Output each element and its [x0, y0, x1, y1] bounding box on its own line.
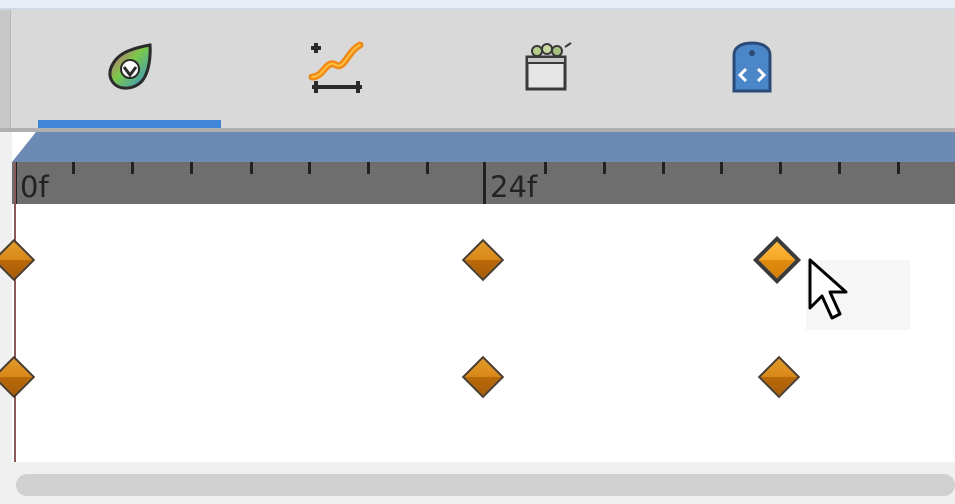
window-top-border	[0, 0, 955, 10]
ruler-tick	[779, 162, 782, 174]
toolbar-grip[interactable]	[0, 10, 11, 128]
ruler-label-24f: 24f	[490, 170, 538, 204]
ruler-tick	[72, 162, 75, 174]
ruler-tick	[250, 162, 253, 174]
tab-graph-editor[interactable]	[296, 32, 376, 102]
tab-clip[interactable]	[505, 32, 585, 102]
active-tab-indicator	[38, 120, 221, 128]
ruler-label-0f: 0f	[20, 170, 49, 204]
ruler-tick	[603, 162, 606, 174]
tab-script[interactable]	[712, 32, 792, 102]
ruler-tick	[190, 162, 193, 174]
ruler-corner	[12, 132, 36, 162]
ruler-tick	[308, 162, 311, 174]
ruler-tick	[897, 162, 900, 174]
tab-dopesheet[interactable]	[90, 32, 170, 102]
mouse-pointer-icon	[808, 258, 848, 320]
curve-graph-icon	[308, 41, 364, 93]
ruler-tick	[483, 162, 486, 204]
dopesheet-drop-icon	[108, 43, 152, 90]
ruler-tick	[544, 162, 547, 174]
playhead-line[interactable]	[14, 162, 16, 462]
timeline-ruler-header[interactable]	[12, 132, 955, 162]
ruler-tick	[426, 162, 429, 174]
editor-toolbar	[0, 10, 955, 128]
ruler-tick	[720, 162, 723, 174]
left-margin	[0, 132, 12, 504]
clip-box-icon	[525, 42, 572, 91]
ruler-tick	[131, 162, 134, 174]
ruler-tick	[838, 162, 841, 174]
code-tag-icon	[732, 41, 772, 93]
ruler-tick	[367, 162, 370, 174]
horizontal-scrollbar[interactable]	[16, 474, 955, 496]
ruler-tick	[662, 162, 665, 174]
